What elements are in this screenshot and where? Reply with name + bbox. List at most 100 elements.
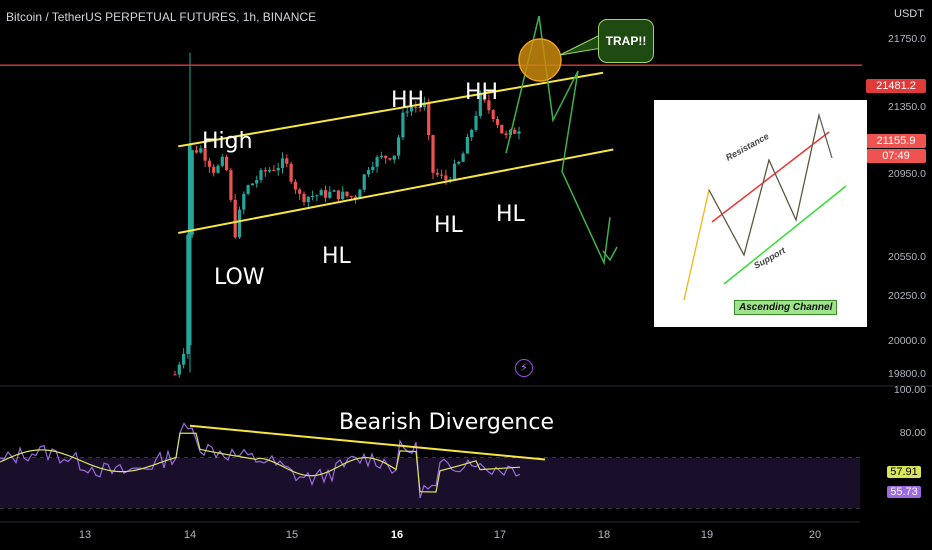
high-label: High — [202, 129, 253, 154]
candle-body — [397, 137, 401, 156]
price-tick: 20550.0 — [888, 251, 926, 263]
candle-body — [349, 195, 353, 197]
candle-body — [188, 144, 192, 346]
price-tick: 21350.0 — [888, 101, 926, 113]
candle-body — [250, 183, 254, 186]
candle-body — [345, 191, 349, 196]
candle-body — [285, 158, 289, 164]
candle-body — [513, 129, 517, 134]
candle-body — [272, 169, 276, 171]
rsi-band-fill — [0, 458, 860, 508]
candle-body — [220, 156, 224, 166]
inset-support-line — [723, 185, 847, 285]
candle-body — [216, 165, 220, 173]
candle-body — [517, 131, 521, 134]
inset-resistance-line — [711, 131, 830, 223]
candle-body — [229, 170, 233, 200]
candle-body — [371, 166, 375, 171]
candle-body — [440, 174, 444, 176]
candle-body — [280, 158, 285, 168]
lightning-icon[interactable]: ⚡ — [515, 359, 533, 377]
candle-body — [302, 193, 306, 202]
candle-body — [289, 163, 293, 182]
price-tick: 20250.0 — [888, 290, 926, 302]
channel-lower-line — [178, 148, 614, 234]
candle-body — [491, 110, 495, 119]
hl-label: HL — [322, 244, 351, 269]
candle-body — [315, 195, 319, 197]
candle-body — [341, 191, 345, 200]
symbol-title[interactable]: Bitcoin / TetherUS PERPETUAL FUTURES, 1h… — [6, 10, 316, 24]
price-tick: 21750.0 — [888, 33, 926, 45]
candle-body — [388, 158, 392, 160]
candle-body — [255, 180, 259, 184]
time-tick: 19 — [700, 529, 714, 541]
candle-body — [500, 124, 504, 134]
rsi-value-tag: 55.73 — [887, 486, 921, 498]
candle-body — [470, 129, 474, 138]
bar-countdown: 07:49 — [866, 149, 926, 163]
candle-body — [444, 175, 448, 181]
candle-body — [207, 160, 211, 167]
time-tick: 14 — [183, 529, 197, 541]
hh-label: HH — [391, 88, 425, 113]
hl-label: HL — [434, 213, 463, 238]
resistance-price-tag: 21481.2 — [866, 79, 926, 93]
candle-body — [293, 181, 297, 190]
candle-body — [392, 155, 396, 160]
price-tick: 19800.0 — [888, 368, 926, 380]
hh-label: HH — [465, 80, 499, 105]
candle-body — [212, 166, 216, 173]
candle-body — [225, 156, 229, 171]
time-tick: 20 — [808, 529, 822, 541]
chart-stage: Bitcoin / TetherUS PERPETUAL FUTURES, 1h… — [0, 0, 932, 550]
candle-body — [323, 190, 328, 198]
candle-body — [366, 170, 371, 175]
candle-body — [298, 189, 302, 194]
currency-label: USDT — [894, 8, 924, 20]
candle-body — [182, 353, 186, 365]
candle-body — [242, 193, 246, 210]
candle-body — [495, 118, 500, 125]
bearish-divergence-label: Bearish Divergence — [339, 410, 555, 435]
ascending-channel-inset: Resistance Support Ascending Channel — [654, 100, 867, 327]
inset-gray-path — [708, 112, 833, 257]
rsi-tick: 100.00 — [893, 384, 926, 396]
candle-body — [362, 174, 366, 190]
candle-body — [246, 185, 250, 194]
candle-body — [332, 190, 336, 192]
candle-body — [427, 102, 431, 136]
trap-callout: TRAP!! — [598, 19, 654, 63]
rsi-tick: 80.00 — [899, 427, 926, 439]
trap-circle — [518, 38, 562, 82]
candle-body — [328, 191, 332, 198]
trap-callout-pointer — [559, 34, 603, 56]
candle-body — [435, 172, 439, 175]
candle-body — [384, 155, 388, 159]
time-tick: 16 — [390, 529, 404, 541]
candle-body — [457, 161, 461, 164]
candle-body — [474, 115, 478, 130]
candle-body — [263, 170, 267, 172]
hl-label: HL — [496, 202, 525, 227]
candle-body — [401, 112, 405, 138]
candle-body — [173, 374, 177, 376]
time-tick: 17 — [493, 529, 507, 541]
candle-body — [194, 150, 199, 153]
low-label: LOW — [214, 265, 265, 290]
candle-body — [259, 170, 263, 181]
candle-body — [504, 133, 508, 136]
candle-body — [452, 163, 457, 180]
candle-body — [431, 135, 435, 173]
rsi-ma-tag: 57.91 — [887, 466, 921, 478]
last-price-tag: 21155.9 — [866, 134, 926, 148]
candle-body — [465, 137, 469, 154]
time-tick: 13 — [78, 529, 92, 541]
candle-body — [336, 190, 340, 200]
candle-body — [268, 169, 272, 172]
time-tick: 15 — [285, 529, 299, 541]
price-tick: 20000.0 — [888, 335, 926, 347]
candle-body — [379, 155, 383, 158]
candle-body — [311, 196, 315, 198]
candle-body — [461, 153, 465, 162]
